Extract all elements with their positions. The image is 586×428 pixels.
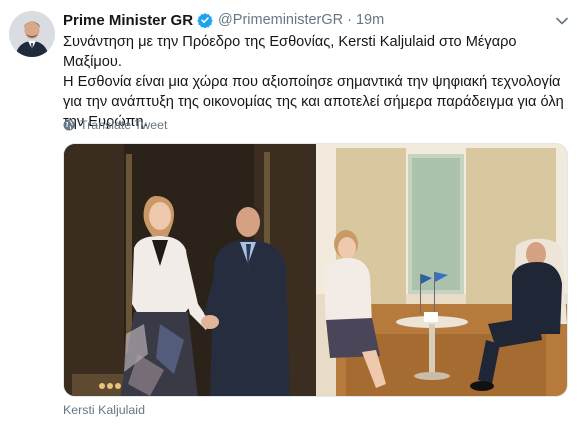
photo-meeting-image xyxy=(316,144,567,396)
verified-badge-icon xyxy=(197,12,213,28)
media-grid xyxy=(63,143,568,397)
chevron-down-icon[interactable] xyxy=(553,12,571,30)
author-handle[interactable]: @PrimeministerGR xyxy=(218,12,343,28)
avatar-image xyxy=(9,11,55,57)
photo-meeting[interactable] xyxy=(316,144,567,396)
photo-handshake-image xyxy=(64,144,316,396)
translate-label: Translate Tweet xyxy=(80,118,168,132)
tweet-text-line1: Συνάντηση με την Πρόεδρο της Εσθονίας, K… xyxy=(63,34,517,70)
translate-tweet-link[interactable]: Translate Tweet xyxy=(63,117,167,133)
author-name[interactable]: Prime Minister GR xyxy=(63,12,193,29)
tweet-timestamp[interactable]: 19m xyxy=(356,12,384,28)
header-separator: · xyxy=(347,12,352,28)
globe-icon xyxy=(63,119,75,131)
tweet-card[interactable]: Prime Minister GR @PrimeministerGR · 19m… xyxy=(0,0,586,428)
media-caption[interactable]: Kersti Kaljulaid xyxy=(63,403,145,417)
avatar[interactable] xyxy=(9,11,55,57)
tweet-header: Prime Minister GR @PrimeministerGR · 19m xyxy=(63,10,384,30)
photo-handshake[interactable] xyxy=(64,144,316,396)
